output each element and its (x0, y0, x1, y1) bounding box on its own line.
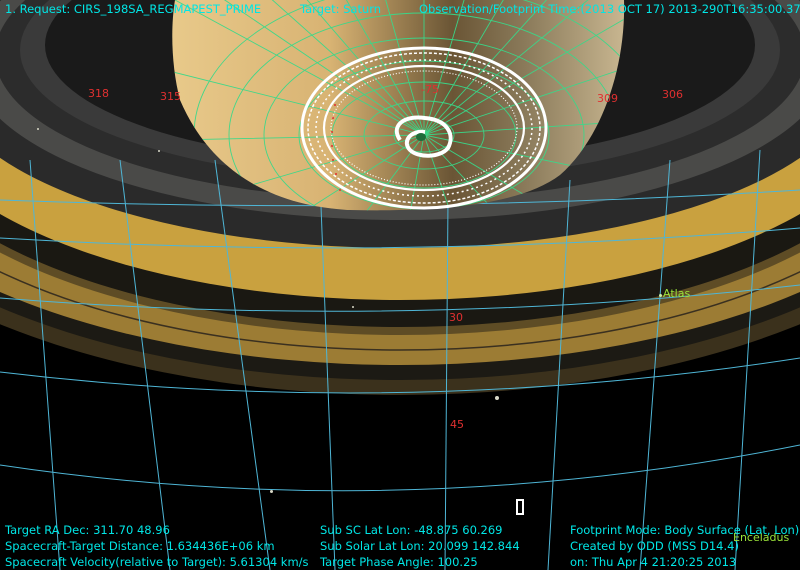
grid-label-lat-75: -75 (421, 83, 439, 96)
footprint-marker[interactable] (516, 499, 524, 515)
star (352, 306, 354, 308)
footprint-viewer: 318 315 -75 309 306 30 45 Atlas Enceladu… (0, 0, 800, 570)
grid-label-lon-318: 318 (88, 87, 109, 100)
grid-label-lon-306: 306 (662, 88, 683, 101)
star (495, 396, 499, 400)
star (37, 128, 39, 130)
sky-scene (0, 0, 800, 570)
sub-solar-lat-lon: Sub Solar Lat Lon: 20.099 142.844 (320, 539, 520, 553)
observation-time: Observation/Footprint Time:(2013 OCT 17)… (419, 2, 800, 16)
target-phase-angle: Target Phase Angle: 100.25 (320, 555, 478, 569)
grid-label-lon-309: 309 (597, 92, 618, 105)
target-label: Target: Saturn (300, 2, 382, 16)
moon-atlas-label: Atlas (663, 287, 691, 300)
star (270, 490, 273, 493)
grid-label-ring-30: 30 (449, 311, 463, 324)
created-on: on: Thu Apr 4 21:20:25 2013 (570, 555, 737, 569)
target-ra-dec: Target RA Dec: 311.70 48.96 (5, 523, 170, 537)
grid-label-ring-45: 45 (450, 418, 464, 431)
moon-atlas-dot (659, 294, 662, 297)
footprint-mode: Footprint Mode: Body Surface (Lat, Lon) (570, 523, 800, 537)
sub-sc-lat-lon: Sub SC Lat Lon: -48.875 60.269 (320, 523, 503, 537)
request-title: 1. Request: CIRS_198SA_REGMAPEST_PRIME (5, 2, 262, 16)
grid-label-lon-315: 315 (160, 90, 181, 103)
footprint-center-dot (416, 133, 426, 141)
spacecraft-target-distance: Spacecraft-Target Distance: 1.634436E+06… (5, 539, 275, 553)
created-by: Created by ODD (MSS D14.4) (570, 539, 739, 553)
star (158, 150, 160, 152)
spacecraft-velocity: Spacecraft Velocity(relative to Target):… (5, 555, 309, 569)
